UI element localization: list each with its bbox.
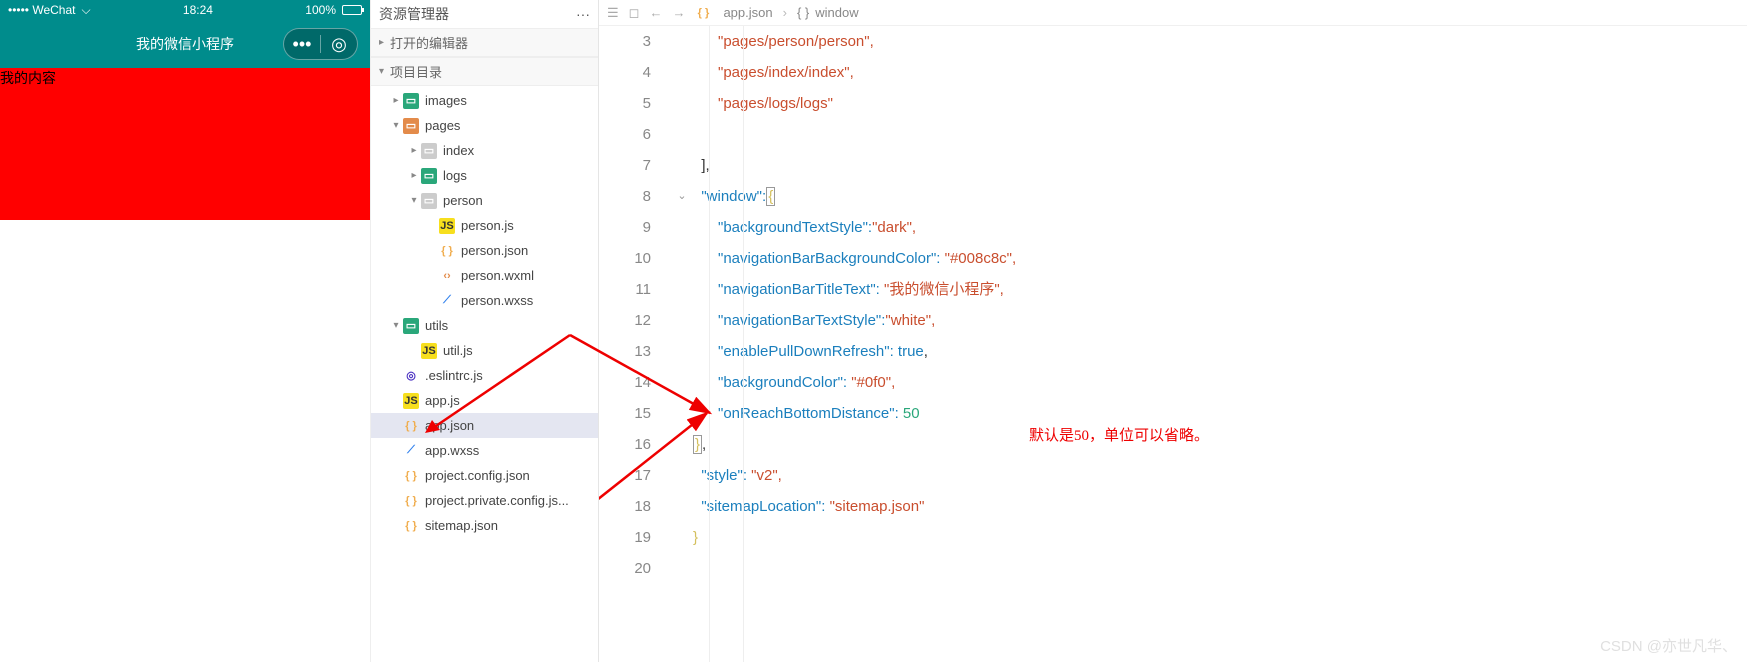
line-number-gutter: 34567891011121314151617181920 <box>599 26 671 662</box>
chevron-down-icon: ▾ <box>379 66 384 77</box>
capsule-button[interactable]: ••• ◎ <box>283 28 358 60</box>
fold-icon[interactable]: ⌄ <box>671 181 693 212</box>
status-battery: 100% <box>305 3 362 17</box>
tree-folder-person[interactable]: ▾▭person <box>371 188 598 213</box>
folder-icon: ▭ <box>421 168 437 184</box>
capsule-menu-icon[interactable]: ••• <box>284 34 320 55</box>
breadcrumb-segment[interactable]: { } window <box>797 5 859 20</box>
simulator-nav-bar: 我的微信小程序 ••• ◎ <box>0 20 370 68</box>
section-open-editors[interactable]: ▸ 打开的编辑器 <box>371 28 598 57</box>
status-carrier: ••••• WeChat⌵ <box>8 3 91 18</box>
simulator-panel: ••••• WeChat⌵ 18:24 100% 我的微信小程序 ••• ◎ 我… <box>0 0 371 662</box>
tree-folder-logs[interactable]: ▸▭logs <box>371 163 598 188</box>
tree-file-sitemap[interactable]: { }sitemap.json <box>371 513 598 538</box>
folder-icon: ▭ <box>421 193 437 209</box>
json-icon: { } <box>403 418 419 434</box>
simulator-page-content: 我的内容 <box>0 68 370 220</box>
json-icon: { } <box>403 468 419 484</box>
explorer-header: 资源管理器 ··· <box>371 0 598 28</box>
tree-folder-index[interactable]: ▸▭index <box>371 138 598 163</box>
folder-icon: ▭ <box>403 93 419 109</box>
tree-file-util-js[interactable]: JSutil.js <box>371 338 598 363</box>
annotation-text: 默认是50，单位可以省略。 <box>1029 424 1209 445</box>
json-icon: { } <box>439 243 455 259</box>
code-editor[interactable]: 34567891011121314151617181920 ⌄ "pages/p… <box>599 26 1747 662</box>
explorer-more-icon[interactable]: ··· <box>576 6 590 22</box>
wxss-icon: ⟋ <box>439 293 455 309</box>
code-content[interactable]: "pages/person/person", "pages/index/inde… <box>693 26 1016 662</box>
tree-file-project-config[interactable]: { }project.config.json <box>371 463 598 488</box>
js-icon: JS <box>439 218 455 234</box>
file-tree: ▸▭images ▾▭pages ▸▭index ▸▭logs ▾▭person… <box>371 86 598 662</box>
tree-file-app-json[interactable]: { }app.json <box>371 413 598 438</box>
tree-folder-images[interactable]: ▸▭images <box>371 88 598 113</box>
breadcrumb-bar: ☰ ◻ ← → { } app.json › { } window <box>599 0 1747 26</box>
tree-file-person-js[interactable]: JSperson.js <box>371 213 598 238</box>
js-icon: JS <box>421 343 437 359</box>
chevron-right-icon: ▸ <box>379 37 384 48</box>
folder-icon: ▭ <box>403 318 419 334</box>
tree-file-eslintrc[interactable]: ◎.eslintrc.js <box>371 363 598 388</box>
eslint-icon: ◎ <box>403 368 419 384</box>
status-time: 18:24 <box>91 3 306 17</box>
tree-file-app-js[interactable]: JSapp.js <box>371 388 598 413</box>
breadcrumb-file[interactable]: { } app.json <box>695 5 772 21</box>
js-icon: JS <box>403 393 419 409</box>
json-icon: { } <box>695 5 711 21</box>
wxml-icon: ‹› <box>439 268 455 284</box>
tree-file-project-private[interactable]: { }project.private.config.js... <box>371 488 598 513</box>
breadcrumb-sep: › <box>783 5 787 20</box>
simulator-status-bar: ••••• WeChat⌵ 18:24 100% <box>0 0 370 20</box>
folder-icon: ▭ <box>421 143 437 159</box>
explorer-panel: 资源管理器 ··· ▸ 打开的编辑器 ▾ 项目目录 ▸▭images ▾▭pag… <box>371 0 599 662</box>
nav-title: 我的微信小程序 <box>136 34 234 54</box>
watermark: CSDN @亦世凡华、 <box>1600 635 1737 656</box>
nav-back-icon[interactable]: ← <box>649 5 662 20</box>
explorer-title: 资源管理器 <box>379 4 449 24</box>
outline-icon[interactable]: ☰ <box>607 5 619 21</box>
json-icon: { } <box>403 493 419 509</box>
editor-panel: ☰ ◻ ← → { } app.json › { } window 345678… <box>599 0 1747 662</box>
tree-folder-pages[interactable]: ▾▭pages <box>371 113 598 138</box>
battery-icon <box>342 5 362 15</box>
tree-folder-utils[interactable]: ▾▭utils <box>371 313 598 338</box>
wxss-icon: ⟋ <box>403 443 419 459</box>
fold-gutter: ⌄ <box>671 26 693 662</box>
nav-forward-icon[interactable]: → <box>672 5 685 20</box>
folder-icon: ▭ <box>403 118 419 134</box>
simulator-page-rest <box>0 220 370 662</box>
tree-file-app-wxss[interactable]: ⟋app.wxss <box>371 438 598 463</box>
json-icon: { } <box>403 518 419 534</box>
bookmark-icon[interactable]: ◻ <box>629 5 640 21</box>
tree-file-person-wxml[interactable]: ‹›person.wxml <box>371 263 598 288</box>
tree-file-person-json[interactable]: { }person.json <box>371 238 598 263</box>
capsule-close-icon[interactable]: ◎ <box>321 34 357 55</box>
tree-file-person-wxss[interactable]: ⟋person.wxss <box>371 288 598 313</box>
section-project-dir[interactable]: ▾ 项目目录 <box>371 57 598 86</box>
